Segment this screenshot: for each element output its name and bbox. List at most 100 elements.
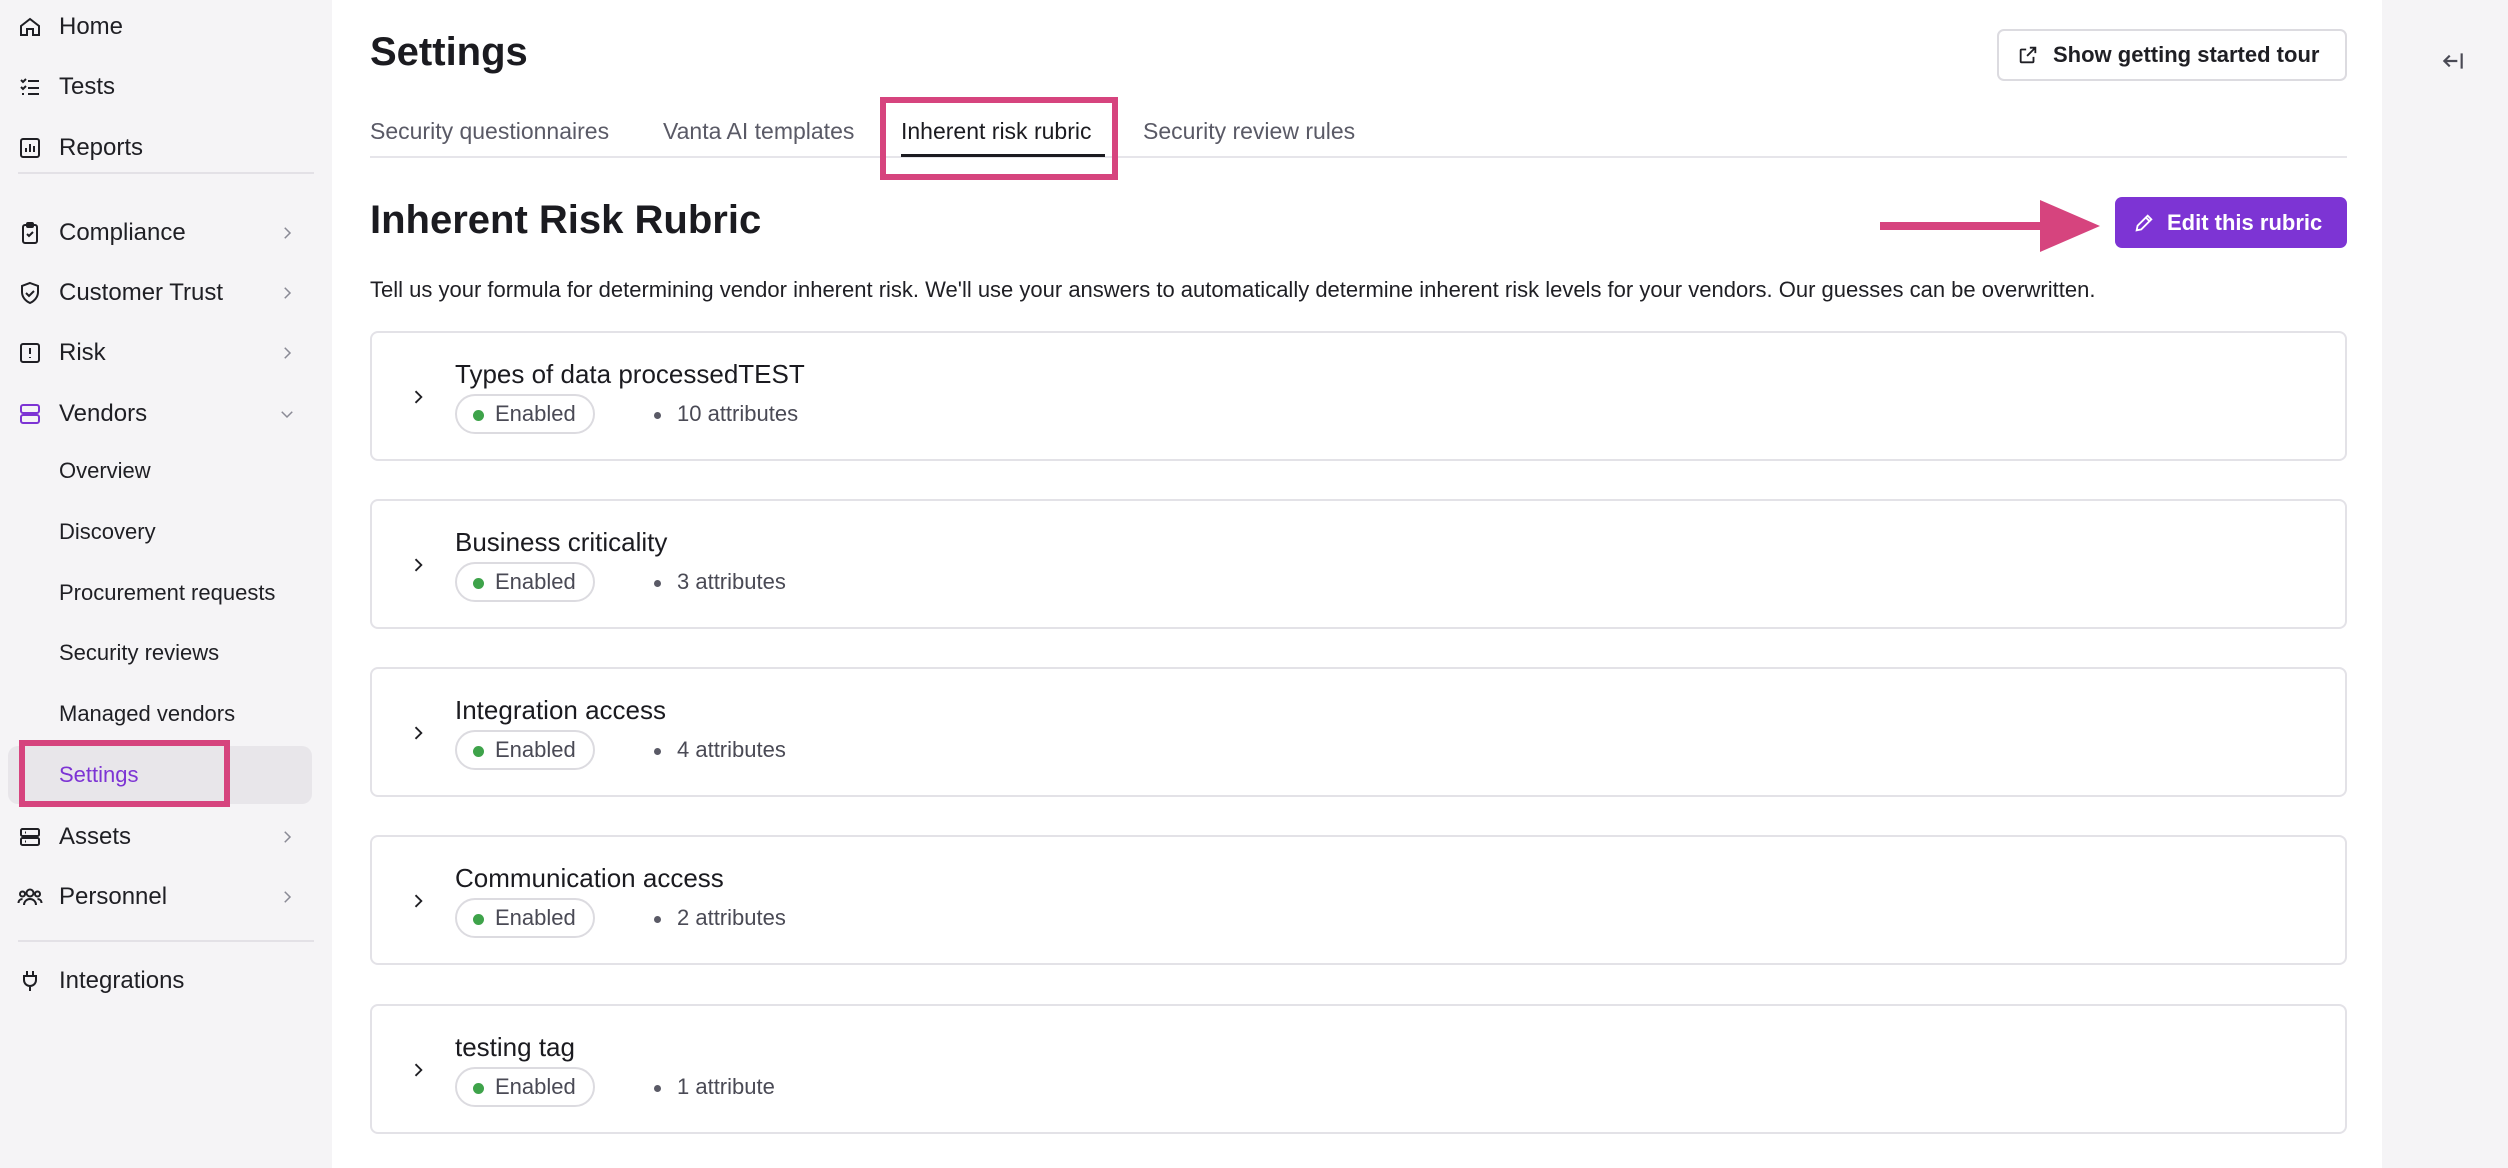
attribute-count: 4 attributes	[677, 737, 786, 762]
chevron-right-icon[interactable]	[408, 1060, 430, 1082]
sidebar-subitem-procurement-requests[interactable]: Procurement requests	[0, 566, 332, 620]
tab-inherent-risk-rubric[interactable]: Inherent risk rubric	[901, 118, 1091, 145]
sidebar-subitem-label: Discovery	[59, 519, 156, 544]
vendors-icon	[17, 401, 43, 427]
pencil-icon	[2133, 212, 2155, 234]
separator-dot	[654, 1085, 661, 1092]
chevron-right-icon	[276, 222, 298, 244]
sidebar-subitem-label: Settings	[59, 762, 139, 787]
separator-dot	[654, 748, 661, 755]
external-link-icon	[2017, 44, 2039, 66]
attribute-count: 2 attributes	[677, 905, 786, 930]
sidebar-item-vendors[interactable]: Vendors	[0, 387, 332, 441]
sidebar-subitem-label: Security reviews	[59, 640, 220, 665]
chevron-right-icon	[276, 342, 298, 364]
status-dot	[473, 578, 484, 589]
collapse-panel-icon[interactable]	[2440, 48, 2468, 76]
people-icon	[17, 884, 43, 910]
chevron-right-icon	[276, 886, 298, 908]
status-label: Enabled	[495, 401, 576, 426]
chevron-right-icon	[276, 282, 298, 304]
attribute-count: 10 attributes	[677, 401, 799, 426]
sidebar-item-personnel[interactable]: Personnel	[0, 870, 332, 924]
clipboard-check-icon	[17, 220, 43, 246]
status-label: Enabled	[495, 1074, 576, 1099]
sidebar-subitem-security-reviews[interactable]: Security reviews	[0, 626, 332, 680]
alert-square-icon	[17, 340, 43, 366]
tab-vanta-ai-templates[interactable]: Vanta AI templates	[663, 118, 854, 145]
home-icon	[17, 14, 43, 40]
list-check-icon	[17, 74, 43, 100]
rubric-description: Tell us your formula for determining ven…	[370, 277, 2096, 302]
active-tab-underline	[901, 154, 1105, 157]
sidebar-item-label: Integrations	[59, 967, 185, 994]
server-icon	[17, 824, 43, 850]
sidebar-item-label: Home	[59, 13, 124, 40]
sidebar-subitem-discovery[interactable]: Discovery	[0, 505, 332, 559]
chevron-right-icon	[276, 826, 298, 848]
rubric-card-communication-access[interactable]: Communication access Enabled 2 attribute…	[370, 835, 2347, 965]
sidebar-subitem-label: Overview	[59, 458, 151, 483]
chevron-right-icon[interactable]	[408, 387, 430, 409]
arrow-pointer-icon	[1880, 200, 2100, 252]
status-dot	[473, 746, 484, 757]
settings-tabs: Security questionnaires Vanta AI templat…	[370, 100, 2347, 158]
sidebar-item-customer-trust[interactable]: Customer Trust	[0, 266, 332, 320]
right-rail	[2382, 0, 2508, 1168]
rubric-card-business-criticality[interactable]: Business criticality Enabled 3 attribute…	[370, 499, 2347, 629]
sidebar-divider	[18, 172, 314, 174]
sidebar-subitem-managed-vendors[interactable]: Managed vendors	[0, 687, 332, 741]
sidebar-item-assets[interactable]: Assets	[0, 810, 332, 864]
status-badge: Enabled	[455, 394, 595, 434]
sidebar-item-home[interactable]: Home	[0, 0, 332, 54]
attribute-count: 3 attributes	[677, 569, 786, 594]
card-title: Types of data processedTEST	[455, 359, 805, 389]
plug-icon	[17, 968, 43, 994]
chevron-right-icon[interactable]	[408, 555, 430, 577]
page-title: Settings	[370, 30, 528, 74]
sidebar-item-reports[interactable]: Reports	[0, 121, 332, 175]
card-title: testing tag	[455, 1032, 575, 1062]
card-title: Communication access	[455, 863, 724, 893]
rubric-card-types-of-data[interactable]: Types of data processedTEST Enabled 10 a…	[370, 331, 2347, 461]
sidebar-item-label: Personnel	[59, 883, 168, 910]
sidebar-item-label: Reports	[59, 134, 144, 161]
sidebar-item-risk[interactable]: Risk	[0, 326, 332, 380]
chevron-right-icon[interactable]	[408, 723, 430, 745]
card-title: Integration access	[455, 695, 667, 725]
tab-security-questionnaires[interactable]: Security questionnaires	[370, 118, 609, 145]
chevron-right-icon[interactable]	[408, 891, 430, 913]
edit-rubric-label: Edit this rubric	[2167, 209, 2323, 235]
status-label: Enabled	[495, 737, 576, 762]
sidebar-subitem-label: Procurement requests	[59, 580, 276, 605]
status-dot	[473, 410, 484, 421]
shield-check-icon	[17, 280, 43, 306]
tab-security-review-rules[interactable]: Security review rules	[1143, 118, 1355, 145]
sidebar-item-integrations[interactable]: Integrations	[0, 954, 332, 1008]
status-label: Enabled	[495, 569, 576, 594]
sidebar-item-label: Compliance	[59, 219, 186, 246]
sidebar-item-tests[interactable]: Tests	[0, 60, 332, 114]
rubric-card-testing-tag[interactable]: testing tag Enabled 1 attribute	[370, 1004, 2347, 1134]
sidebar-item-label: Vendors	[59, 400, 148, 427]
rubric-card-integration-access[interactable]: Integration access Enabled 4 attributes	[370, 667, 2347, 797]
rubric-title: Inherent Risk Rubric	[370, 198, 762, 242]
chevron-down-icon	[276, 403, 298, 425]
sidebar: Home Tests Reports Compliance Customer T…	[0, 0, 332, 1168]
sidebar-divider	[18, 940, 314, 942]
sidebar-subitem-settings[interactable]: Settings	[8, 746, 312, 804]
separator-dot	[654, 916, 661, 923]
show-tour-button[interactable]: Show getting started tour	[1997, 29, 2347, 81]
sidebar-item-compliance[interactable]: Compliance	[0, 206, 332, 260]
status-badge: Enabled	[455, 562, 595, 602]
sidebar-item-label: Customer Trust	[59, 279, 224, 306]
status-label: Enabled	[495, 905, 576, 930]
separator-dot	[654, 580, 661, 587]
sidebar-subitem-overview[interactable]: Overview	[0, 444, 332, 498]
edit-rubric-button[interactable]: Edit this rubric	[2115, 197, 2347, 248]
bar-chart-icon	[17, 135, 43, 161]
status-badge: Enabled	[455, 730, 595, 770]
status-badge: Enabled	[455, 1067, 595, 1107]
sidebar-item-label: Risk	[59, 339, 106, 366]
sidebar-subitem-label: Managed vendors	[59, 701, 236, 726]
